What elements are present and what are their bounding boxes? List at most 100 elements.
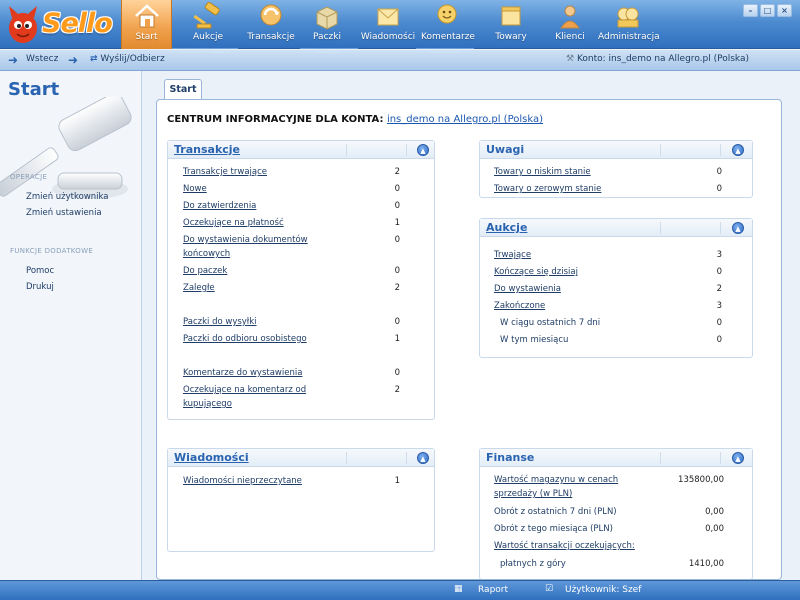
row-label[interactable]: Oczekujące na płatność xyxy=(183,218,284,228)
row-label[interactable]: Do wystawienia xyxy=(494,284,561,294)
row-value: 2 xyxy=(716,284,722,294)
row-label[interactable]: Do wystawienia dokumentów xyxy=(183,235,308,245)
row-label[interactable]: Wartość magazynu w cenach xyxy=(494,475,618,485)
sync-button[interactable]: ⇄ Wyślij/Odbierz xyxy=(90,54,165,64)
row-value: 3 xyxy=(716,250,722,260)
row-label[interactable]: Zaległe xyxy=(183,283,215,293)
tab-transakcje[interactable]: Transakcje xyxy=(243,0,299,49)
box-header: Uwagi ▲ xyxy=(480,141,752,159)
tab-start[interactable]: Start xyxy=(121,0,172,49)
tab-administracja[interactable]: Administracja xyxy=(598,0,660,49)
mascot-icon xyxy=(9,6,37,43)
row-label[interactable]: Paczki do wysyłki xyxy=(183,317,257,327)
row-label: W tym miesiącu xyxy=(500,335,569,345)
row-label: W ciągu ostatnich 7 dni xyxy=(500,318,601,328)
collapse-icon[interactable]: ▲ xyxy=(732,222,744,234)
tab-klienci[interactable]: Klienci xyxy=(545,0,595,49)
wiadomosci-title[interactable]: Wiadomości xyxy=(174,451,249,464)
tab-label: Aukcje xyxy=(192,32,224,42)
row-value: 135800,00 xyxy=(678,475,724,485)
house-icon xyxy=(134,4,159,28)
status-bar: ▦ Raport ☑ Użytkownik: Szef xyxy=(0,580,800,600)
sidebar-item-zmien-uzytkownika[interactable]: Zmień użytkownika xyxy=(26,192,109,202)
group-label-przygotowanie: PRZYGOTOWANIE xyxy=(172,48,238,56)
row-label-cont[interactable]: kupującego xyxy=(183,399,232,409)
row-label-cont[interactable]: końcowych xyxy=(183,249,230,259)
account-label: Konto: ins_demo na Allegro.pl (Polska) xyxy=(576,54,749,64)
group-label-obsluga: OBSŁUGA xyxy=(300,48,358,56)
info-panel: CENTRUM INFORMACYJNE DLA KONTA: ins_demo… xyxy=(156,99,782,580)
sync-icon: ⇄ xyxy=(90,54,98,64)
sidebar: Start OPERACJE Zmień użytkownika Zmień u… xyxy=(0,71,142,580)
row-value: 0 xyxy=(716,318,722,328)
sidebar-item-drukuj[interactable]: Drukuj xyxy=(26,282,54,292)
row-label[interactable]: Zakończone xyxy=(494,301,545,311)
tab-start-page[interactable]: Start xyxy=(164,79,202,99)
group-label-kartoteki: KARTOTEKI xyxy=(416,48,474,56)
header-prefix: CENTRUM INFORMACYJNE DLA KONTA: xyxy=(167,114,384,125)
admin-icon xyxy=(617,7,639,28)
row-label[interactable]: Do zatwierdzenia xyxy=(183,201,256,211)
row-label[interactable]: Komentarze do wystawienia xyxy=(183,368,302,378)
gavel-small-icon: ⚒ xyxy=(566,54,575,64)
top-toolbar: Sello Start Aukcje Transakcje Paczki Wia… xyxy=(0,0,800,49)
row-value: 0 xyxy=(716,167,722,177)
box-header: Finanse ▲ xyxy=(480,449,752,467)
row-label[interactable]: Paczki do odbioru osobistego xyxy=(183,334,307,344)
arrow-left-icon: ➜ xyxy=(8,53,19,67)
row-value: 0 xyxy=(394,266,400,276)
row-label[interactable]: Do paczek xyxy=(183,266,227,276)
section-funkcje-dodatkowe: FUNKCJE DODATKOWE xyxy=(10,247,94,255)
uwagi-title: Uwagi xyxy=(486,143,525,156)
row-label[interactable]: Towary o zerowym stanie xyxy=(494,184,601,194)
tab-paczki[interactable]: Paczki xyxy=(303,0,351,49)
tab-aukcje[interactable]: Aukcje xyxy=(180,0,236,49)
forward-button[interactable]: ➜ xyxy=(68,53,78,68)
row-label[interactable]: Nowe xyxy=(183,184,207,194)
row-value: 0 xyxy=(716,335,722,345)
row-label[interactable]: Trwające xyxy=(494,250,531,260)
sync-label: Wyślij/Odbierz xyxy=(100,54,165,64)
row-label[interactable]: Towary o niskim stanie xyxy=(494,167,591,177)
aukcje-title[interactable]: Aukcje xyxy=(486,221,527,234)
report-button[interactable]: Raport xyxy=(478,585,508,595)
row-value: 0 xyxy=(716,184,722,194)
close-button[interactable]: × xyxy=(777,4,792,17)
row-value: 0 xyxy=(394,368,400,378)
transakcje-title[interactable]: Transakcje xyxy=(174,143,240,156)
row-label[interactable]: Wiadomości nieprzeczytane xyxy=(183,476,302,486)
gavel-icon xyxy=(193,2,220,29)
account-link[interactable]: ins_demo na Allegro.pl (Polska) xyxy=(387,114,543,125)
tab-komentarze[interactable]: Komentarze xyxy=(420,0,476,49)
row-value: 3 xyxy=(716,301,722,311)
page-title: CENTRUM INFORMACYJNE DLA KONTA: ins_demo… xyxy=(167,114,543,125)
row-label[interactable]: Transakcje trwające xyxy=(183,167,267,177)
client-icon xyxy=(560,5,580,29)
finanse-title: Finanse xyxy=(486,451,535,464)
row-value: 0,00 xyxy=(705,524,724,534)
collapse-icon[interactable]: ▲ xyxy=(417,452,429,464)
back-button[interactable]: ➜ xyxy=(8,53,19,68)
minimize-button[interactable]: – xyxy=(743,4,758,17)
maximize-button[interactable]: □ xyxy=(760,4,775,17)
box-header: Aukcje ▲ xyxy=(480,219,752,237)
row-label[interactable]: Oczekujące na komentarz od xyxy=(183,385,306,395)
sidebar-item-pomoc[interactable]: Pomoc xyxy=(26,266,54,276)
sello-logo: Sello xyxy=(4,2,116,46)
finanse-box: Finanse ▲ Wartość magazynu w cenach sprz… xyxy=(479,448,753,579)
collapse-icon[interactable]: ▲ xyxy=(732,144,744,156)
tab-towary[interactable]: Towary xyxy=(486,0,536,49)
back-label[interactable]: Wstecz xyxy=(26,54,58,64)
sidebar-item-zmien-ustawienia[interactable]: Zmień ustawienia xyxy=(26,208,102,218)
package-icon xyxy=(316,6,338,30)
tab-wiadomosci[interactable]: Wiadomości xyxy=(360,0,416,49)
row-label[interactable]: Wartość transakcji oczekujących: xyxy=(494,541,635,551)
row-value: 1410,00 xyxy=(688,559,724,569)
user-label: Użytkownik: Szef xyxy=(565,585,642,595)
collapse-icon[interactable]: ▲ xyxy=(417,144,429,156)
tab-label: Transakcje xyxy=(247,32,295,42)
collapse-icon[interactable]: ▲ xyxy=(732,452,744,464)
row-label[interactable]: Kończące się dzisiaj xyxy=(494,267,578,277)
row-label-cont[interactable]: sprzedaży (w PLN) xyxy=(494,489,572,499)
box-header: Transakcje ▲ xyxy=(168,141,434,159)
